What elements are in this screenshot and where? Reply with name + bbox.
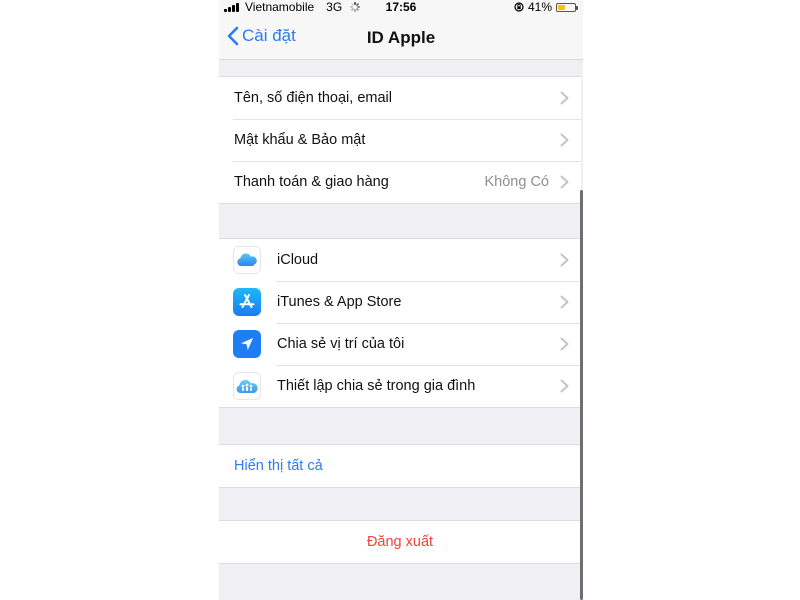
services-group: iCloud iTunes & App Store Chia sẻ vị trí… bbox=[219, 238, 581, 408]
row-label: Chia sẻ vị trí của tôi bbox=[277, 336, 405, 352]
share-my-location-row[interactable]: Chia sẻ vị trí của tôi bbox=[219, 323, 581, 365]
orientation-lock-icon bbox=[514, 2, 524, 12]
icloud-icon bbox=[233, 246, 261, 274]
row-label: Mật khẩu & Bảo mật bbox=[234, 132, 366, 148]
row-label: iTunes & App Store bbox=[277, 294, 402, 310]
page-title: ID Apple bbox=[366, 28, 436, 47]
payment-shipping-row[interactable]: Thanh toán & giao hàng Không Có bbox=[219, 161, 581, 203]
row-label: Tên, số điện thoại, email bbox=[234, 90, 392, 106]
row-label: Thiết lập chia sẻ trong gia đình bbox=[277, 378, 476, 394]
chevron-right-icon bbox=[560, 133, 569, 147]
chevron-right-icon bbox=[560, 91, 569, 105]
scroll-indicator[interactable] bbox=[580, 190, 583, 600]
chevron-right-icon bbox=[560, 253, 569, 267]
chevron-right-icon bbox=[560, 337, 569, 351]
navigation-bar: Cài đặt ID Apple bbox=[219, 16, 583, 60]
chevron-right-icon bbox=[560, 295, 569, 309]
status-bar: Vietnamobile 3G 17:56 41% bbox=[219, 0, 583, 16]
account-group: Tên, số điện thoại, email Mật khẩu & Bảo… bbox=[219, 76, 581, 204]
settings-screen: Vietnamobile 3G 17:56 41% Cài đặt ID App… bbox=[219, 0, 583, 600]
battery-level bbox=[558, 4, 565, 10]
chevron-right-icon bbox=[560, 175, 569, 189]
icloud-row[interactable]: iCloud bbox=[219, 239, 581, 281]
sign-out-group: Đăng xuất bbox=[219, 520, 581, 564]
show-all-link[interactable]: Hiển thị tất cả bbox=[219, 445, 581, 487]
name-phone-email-row[interactable]: Tên, số điện thoại, email bbox=[219, 77, 581, 119]
row-label: Thanh toán & giao hàng bbox=[234, 174, 389, 190]
show-all-label: Hiển thị tất cả bbox=[234, 458, 323, 474]
payment-value: Không Có bbox=[484, 174, 550, 190]
battery-icon bbox=[556, 2, 578, 12]
chevron-right-icon bbox=[560, 379, 569, 393]
location-arrow-icon bbox=[233, 330, 261, 358]
sign-out-label: Đăng xuất bbox=[366, 534, 434, 550]
family-sharing-row[interactable]: Thiết lập chia sẻ trong gia đình bbox=[219, 365, 581, 407]
battery-percent: 41% bbox=[527, 0, 552, 14]
password-security-row[interactable]: Mật khẩu & Bảo mật bbox=[219, 119, 581, 161]
sign-out-button[interactable]: Đăng xuất bbox=[219, 521, 581, 563]
row-label: iCloud bbox=[277, 252, 319, 268]
show-all-group: Hiển thị tất cả bbox=[219, 444, 581, 488]
family-sharing-icon bbox=[233, 372, 261, 400]
app-store-icon bbox=[233, 288, 261, 316]
itunes-app-store-row[interactable]: iTunes & App Store bbox=[219, 281, 581, 323]
